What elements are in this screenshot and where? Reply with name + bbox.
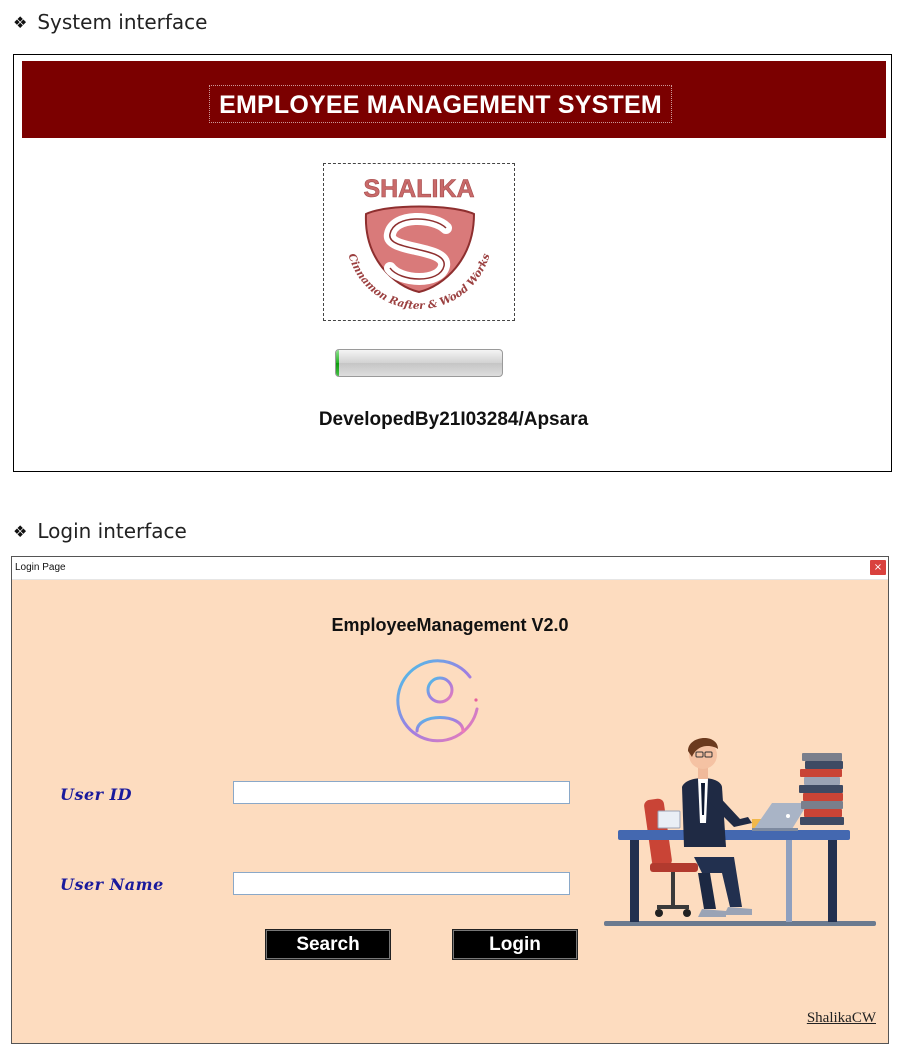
- app-title: EmployeeManagement V2.0: [331, 615, 569, 635]
- watermark-text: ShalikaCW: [806, 1010, 876, 1026]
- system-interface-heading: ❖ System interface: [13, 10, 207, 34]
- loading-progress-fill: [336, 350, 340, 376]
- splash-screen: EMPLOYEE MANAGEMENT SYSTEM SHALIKA Cinna…: [13, 54, 892, 472]
- user-name-input[interactable]: [233, 872, 570, 895]
- close-button[interactable]: ×: [870, 560, 886, 575]
- search-button[interactable]: Search: [265, 929, 391, 960]
- developer-credit: DevelopedBy21I03284/Apsara: [318, 409, 589, 430]
- employee-at-desk-illustration: [604, 737, 876, 926]
- diamond-bullet-icon: ❖: [13, 521, 28, 541]
- shalika-logo-image: SHALIKA Cinnamon Rafter & Wood Works: [346, 175, 493, 312]
- user-id-label: User ID: [60, 785, 132, 804]
- user-id-input[interactable]: [233, 781, 570, 804]
- splash-title: EMPLOYEE MANAGEMENT SYSTEM: [209, 85, 672, 123]
- system-interface-heading-text: System interface: [37, 10, 208, 34]
- window-title: Login Page: [15, 562, 66, 573]
- login-interface-heading: ❖ Login interface: [13, 519, 187, 543]
- company-logo: SHALIKA Cinnamon Rafter & Wood Works: [323, 163, 515, 321]
- window-titlebar[interactable]: Login Page ×: [12, 557, 888, 580]
- diamond-bullet-icon: ❖: [13, 12, 28, 32]
- splash-header-bar: EMPLOYEE MANAGEMENT SYSTEM: [22, 61, 886, 138]
- loading-progress-bar: [335, 349, 503, 377]
- login-button[interactable]: Login: [452, 929, 578, 960]
- login-window: Login Page × EmployeeManagement V2.0 Use…: [11, 556, 889, 1044]
- login-interface-heading-text: Login interface: [37, 519, 187, 543]
- user-name-label: User Name: [60, 875, 164, 894]
- user-circle-icon: [396, 659, 479, 743]
- logo-name-text: SHALIKA: [363, 175, 474, 203]
